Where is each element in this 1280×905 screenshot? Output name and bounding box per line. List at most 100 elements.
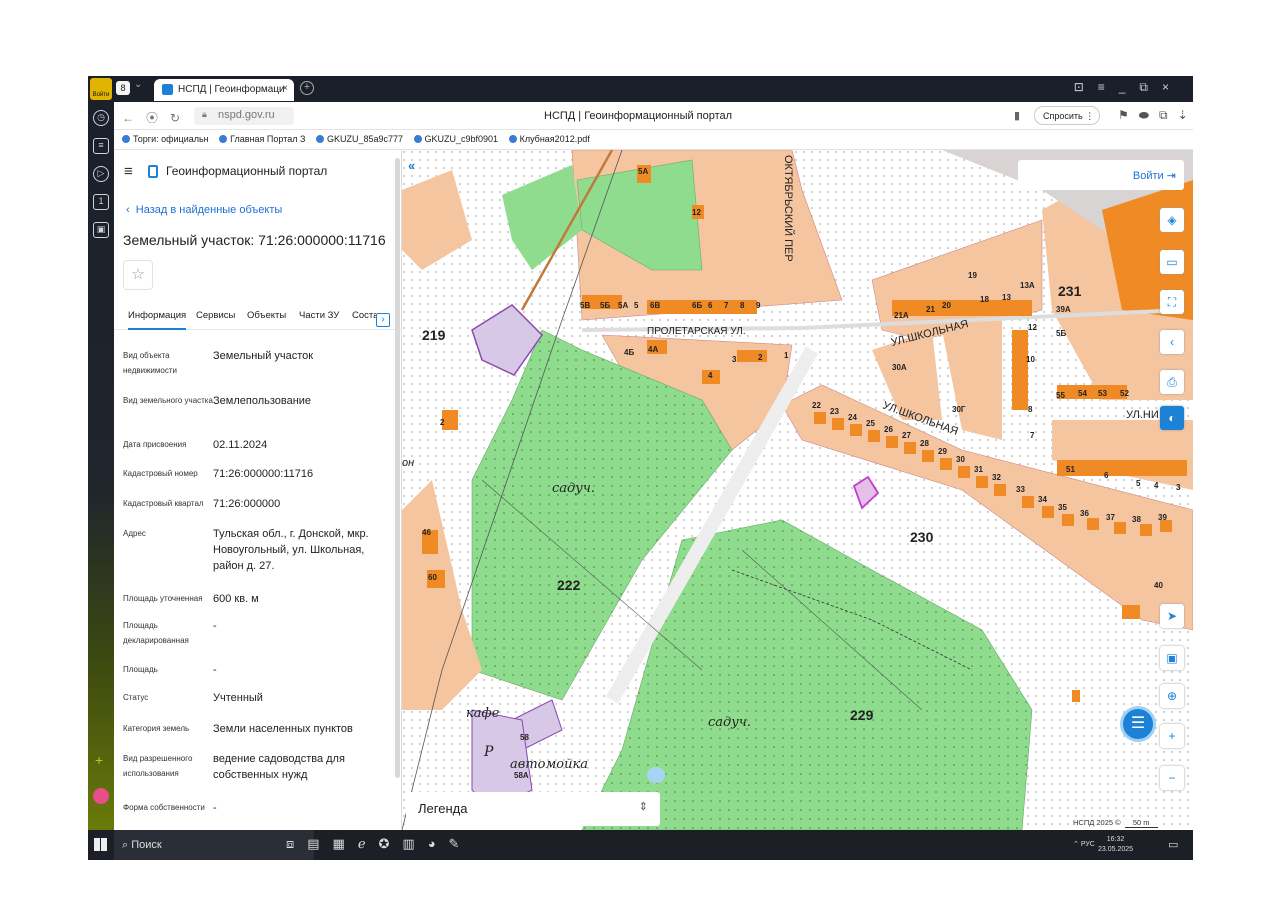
login-button[interactable]: Войти ⇥ xyxy=(1018,160,1184,190)
house-number-label: 36 xyxy=(1080,509,1089,518)
house-number-label: 6В xyxy=(650,301,660,310)
house-number-label: 24 xyxy=(848,413,857,422)
tab-parts[interactable]: Части ЗУ xyxy=(299,310,339,321)
print-icon[interactable]: ⎙ xyxy=(1160,370,1184,394)
layers-icon[interactable]: ◈ xyxy=(1160,208,1184,232)
street-label: ПРОЛЕТАРСКАЯ УЛ. xyxy=(647,326,746,337)
nav-buttons[interactable]: ←⦿↻ xyxy=(122,109,192,126)
quarter-label: 222 xyxy=(557,577,581,593)
browser-window: Войти ◷ ≡ ▷ 1 ▣ + 8 ⌄ НСПД | Геоинформац… xyxy=(88,76,1193,860)
bookmark-item[interactable]: Торги: официальн xyxy=(122,130,209,144)
tray-clock[interactable]: 16:32 23.05.2025 xyxy=(1098,835,1133,855)
bookmark-item[interactable]: GKUZU_c9bf0901 xyxy=(414,130,499,144)
bookmarks-bar: Торги: официальн Главная Портал З GKUZU_… xyxy=(114,130,1193,150)
house-number-label: 5А xyxy=(638,167,648,176)
new-tab-button[interactable]: + xyxy=(300,81,314,95)
search-location-icon[interactable]: ⊕ xyxy=(1160,684,1184,708)
house-number-label: 10 xyxy=(1026,355,1035,364)
building xyxy=(1122,605,1140,619)
tabs-scroll-arrow-icon[interactable]: › xyxy=(376,313,390,327)
notifications-icon[interactable]: ▭ xyxy=(1168,838,1178,851)
collapse-panel-icon[interactable]: « xyxy=(408,158,424,174)
basemap-icon[interactable]: ▣ xyxy=(1160,646,1184,670)
gallery-icon[interactable]: ▣ xyxy=(93,222,109,238)
chevron-down-icon[interactable]: ⌄ xyxy=(134,79,142,90)
taskbar: ⌕ Поиск ⧈▤▦ℯ✪▥◕✎ ⌃ РУС 16:32 23.05.2025 ▭ xyxy=(88,830,1193,860)
house-number-label: 9 xyxy=(756,301,761,310)
url-field[interactable]: 🔒︎ nspd.gov.ru xyxy=(194,107,294,125)
favorite-star-icon[interactable]: ☆ xyxy=(123,260,153,290)
history-icon[interactable]: ◷ xyxy=(93,110,109,126)
bookmark-item[interactable]: Клубная2012.pdf xyxy=(509,130,590,144)
house-number-label: 26 xyxy=(884,425,893,434)
building xyxy=(1057,460,1187,476)
play-icon[interactable]: ▷ xyxy=(93,166,109,182)
house-number-label: 31 xyxy=(974,465,983,474)
profile-button[interactable]: Войти xyxy=(90,78,112,100)
house-number-label: 40 xyxy=(1154,581,1163,590)
panel-scrollbar[interactable] xyxy=(395,158,400,778)
windows-start-icon[interactable] xyxy=(94,838,107,851)
zoom-out-button[interactable]: − xyxy=(1160,766,1184,790)
quarter-label: 231 xyxy=(1058,283,1082,299)
house-number-label: 5 xyxy=(634,301,639,310)
ask-button[interactable]: Спросить ⋮ xyxy=(1034,106,1100,125)
bookmark-icon[interactable]: ▮ xyxy=(1014,109,1020,122)
toolbar-icons[interactable]: ⚑⬬⧉⇣ xyxy=(1118,108,1193,123)
house-number-label: 29 xyxy=(938,447,947,456)
accessibility-icon[interactable]: ◐ xyxy=(1160,406,1184,430)
house-number-label: 8 xyxy=(740,301,745,310)
house-number-label: 5Б xyxy=(600,301,610,310)
ruler-icon[interactable]: ▭ xyxy=(1160,250,1184,274)
badge-icon[interactable]: 1 xyxy=(93,194,109,210)
building xyxy=(1072,690,1080,702)
locate-icon[interactable]: ➤ xyxy=(1160,604,1184,628)
tab-information[interactable]: Информация xyxy=(128,310,187,330)
quarter-label: 229 xyxy=(850,707,874,723)
favicon-icon xyxy=(162,84,173,95)
active-tab[interactable]: НСПД | Геоинформаци × xyxy=(154,79,294,101)
house-number-label: 53 xyxy=(1098,389,1107,398)
tab-objects[interactable]: Объекты xyxy=(247,310,286,321)
map-canvas[interactable]: ПРОЛЕТАРСКАЯ УЛ. УЛ.ШКОЛЬНАЯ УЛ.ШКОЛЬНАЯ… xyxy=(402,150,1193,830)
bookmark-item[interactable]: GKUZU_85a9c777 xyxy=(316,130,403,144)
notes-icon[interactable]: ≡ xyxy=(93,138,109,154)
house-number-label: 6Б xyxy=(692,301,702,310)
legend-dropdown[interactable]: Легенда ⇕ xyxy=(406,792,660,826)
chat-assistant-button[interactable]: ☰ xyxy=(1120,706,1156,742)
map-attribution: НСПД 2025 © 50 m xyxy=(1070,818,1161,828)
house-number-label: 58А xyxy=(514,771,529,780)
poi-label: Р xyxy=(483,744,494,760)
tray-language[interactable]: ⌃ РУС xyxy=(1073,840,1095,848)
menu-icon[interactable]: ≡ xyxy=(124,163,133,180)
house-number-label: 27 xyxy=(902,431,911,440)
house-number-label: 3 xyxy=(732,355,737,364)
house-number-label: 28 xyxy=(920,439,929,448)
building xyxy=(737,350,767,362)
house-number-label: 58 xyxy=(520,733,529,742)
tab-composition[interactable]: Состав xyxy=(352,310,376,321)
window-controls[interactable]: ⊡≡_⧉× xyxy=(1074,80,1183,95)
house-number-label: 46 xyxy=(422,528,431,537)
map-view[interactable]: ПРОЛЕТАРСКАЯ УЛ. УЛ.ШКОЛЬНАЯ УЛ.ШКОЛЬНАЯ… xyxy=(402,150,1193,830)
tab-count[interactable]: 8 xyxy=(116,81,130,95)
house-number-label: 55 xyxy=(1056,391,1065,400)
assistant-icon[interactable] xyxy=(93,788,109,804)
house-number-label: 21А xyxy=(894,311,909,320)
street-label: ОКТЯБРЬСКИЙ ПЕР xyxy=(782,155,795,262)
close-tab-icon[interactable]: × xyxy=(282,83,288,94)
select-area-icon[interactable]: ⛶ xyxy=(1160,290,1184,314)
share-icon[interactable]: ‹ xyxy=(1160,330,1184,354)
garden-label: садуч. xyxy=(708,715,751,730)
house-number-label: 38 xyxy=(1132,515,1141,524)
add-icon[interactable]: + xyxy=(95,752,103,768)
bookmark-item[interactable]: Главная Портал З xyxy=(219,130,305,144)
taskbar-search[interactable]: ⌕ Поиск xyxy=(114,830,314,860)
road-label: он xyxy=(402,457,414,469)
house-number-label: 2 xyxy=(440,418,445,427)
tab-services[interactable]: Сервисы xyxy=(196,310,235,321)
taskbar-apps[interactable]: ⧈▤▦ℯ✪▥◕✎ xyxy=(286,836,472,852)
back-link[interactable]: ‹ Назад в найденные объекты xyxy=(126,204,282,216)
zoom-in-button[interactable]: + xyxy=(1160,724,1184,748)
house-number-label: 54 xyxy=(1078,389,1087,398)
